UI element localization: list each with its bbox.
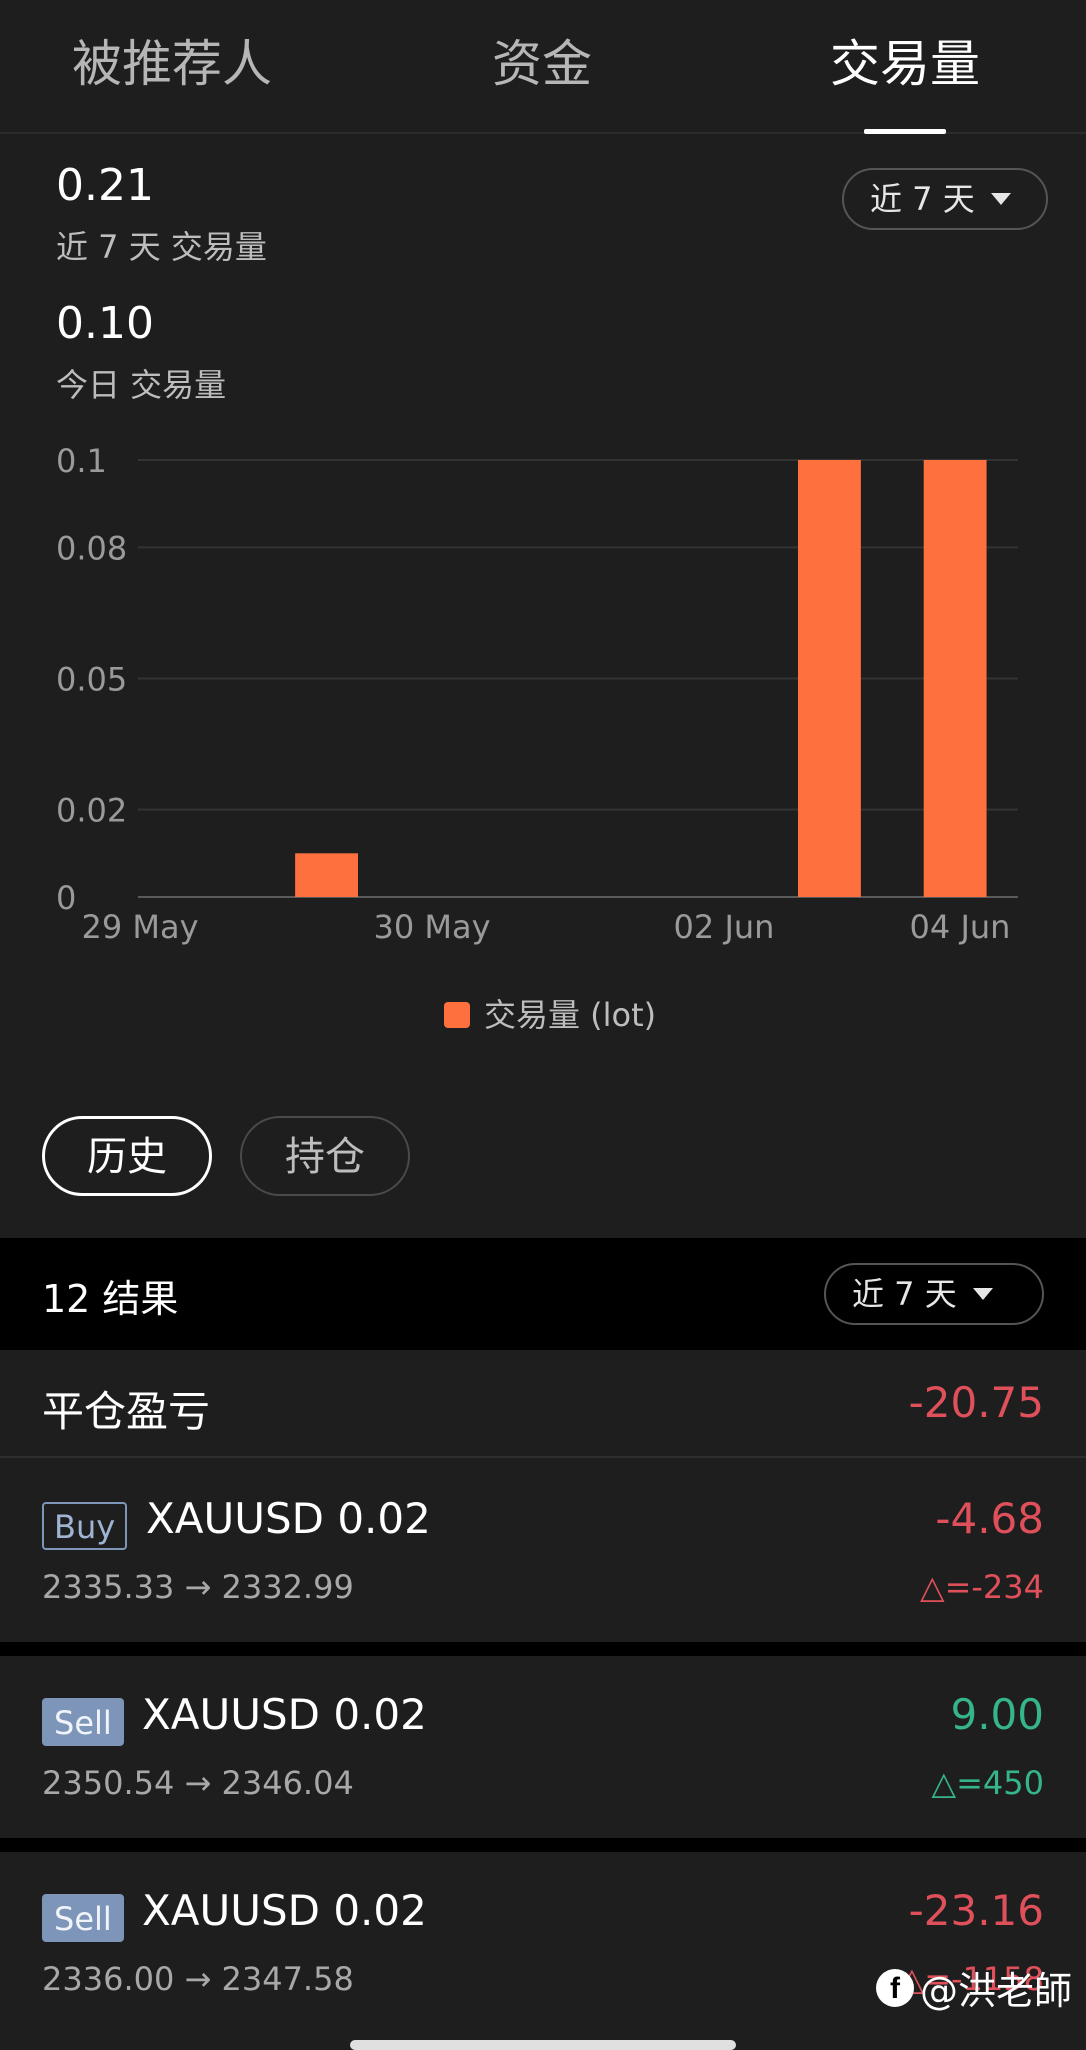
- tab-referrals[interactable]: 被推荐人: [62, 24, 282, 104]
- x-tick-label: 04 Jun: [910, 908, 1011, 946]
- watermark-text: @洪老師: [919, 1969, 1072, 2013]
- closed-pnl-row: 平仓盈亏 -20.75: [0, 1352, 1086, 1458]
- chart-bar-04-jun: [923, 460, 987, 897]
- chart-range-dropdown-label: 近 7 天: [870, 180, 975, 218]
- x-tick-label: 02 Jun: [674, 908, 775, 946]
- history-filter-button[interactable]: 历史: [42, 1116, 212, 1196]
- legend-label: 交易量 (lot): [484, 996, 656, 1034]
- trade-delta: △=450: [931, 1764, 1045, 1802]
- results-range-dropdown-label: 近 7 天: [852, 1275, 957, 1313]
- trade-prices: 2335.33 → 2332.99: [42, 1568, 354, 1606]
- today-volume-label: 今日 交易量: [56, 366, 227, 404]
- period-volume-label: 近 7 天 交易量: [56, 228, 267, 266]
- trade-symbol: XAUUSD 0.02: [146, 1494, 431, 1543]
- trade-symbol: XAUUSD 0.02: [142, 1690, 427, 1739]
- caret-down-icon: [972, 1288, 993, 1300]
- active-tab-indicator: [864, 129, 946, 134]
- y-tick-label: 0.02: [56, 792, 127, 830]
- watermark: f @洪老師: [875, 1960, 1072, 2015]
- side-badge-buy: Buy: [42, 1502, 128, 1550]
- chart-gridlines: [138, 459, 1018, 898]
- y-tick-label: 0: [56, 879, 76, 917]
- chart-bar-03-jun: [798, 460, 861, 897]
- tab-volume[interactable]: 交易量: [795, 24, 1015, 104]
- trade-pnl: -23.16: [908, 1886, 1044, 1935]
- legend-swatch: [444, 1002, 470, 1028]
- chart-y-ticks: 0 0.02 0.05 0.08 0.1: [56, 442, 127, 917]
- trade-prices: 2350.54 → 2346.04: [42, 1764, 354, 1802]
- closed-pnl-value: -20.75: [908, 1378, 1044, 1427]
- results-count: 12 结果: [42, 1277, 179, 1321]
- y-tick-label: 0.1: [56, 442, 107, 480]
- caret-down-icon: [990, 193, 1011, 205]
- home-indicator: [350, 2040, 736, 2050]
- today-volume-value: 0.10: [56, 298, 154, 349]
- trade-row[interactable]: Buy XAUUSD 0.02 2335.33 → 2332.99 -4.68 …: [0, 1460, 1086, 1640]
- chart-x-ticks: 29 May 30 May 02 Jun 04 Jun: [81, 908, 1010, 946]
- trade-symbol: XAUUSD 0.02: [142, 1886, 427, 1935]
- trade-delta: △=-234: [919, 1568, 1044, 1606]
- volume-bar-chart: 0 0.02 0.05 0.08 0.1 29 May 30 May 02 Jun 04 Ju…: [56, 442, 1018, 1034]
- side-badge-sell: Sell: [42, 1894, 124, 1942]
- chart-legend: 交易量 (lot): [444, 996, 656, 1034]
- side-badge-sell: Sell: [42, 1698, 124, 1746]
- chart-range-dropdown[interactable]: 近 7 天: [842, 168, 1048, 230]
- positions-filter-button[interactable]: 持仓: [240, 1116, 410, 1196]
- trade-prices: 2336.00 → 2347.58: [42, 1960, 354, 1998]
- trade-pnl: -4.68: [935, 1494, 1044, 1543]
- period-volume-value: 0.21: [56, 160, 154, 211]
- closed-pnl-label: 平仓盈亏: [42, 1387, 211, 1436]
- chart-bar-30-may: [295, 853, 358, 897]
- results-range-dropdown[interactable]: 近 7 天: [824, 1263, 1044, 1325]
- x-tick-label: 30 May: [373, 908, 490, 946]
- tab-funds[interactable]: 资金: [432, 24, 652, 104]
- trade-row[interactable]: Sell XAUUSD 0.02 2350.54 → 2346.04 9.00 …: [0, 1656, 1086, 1836]
- tab-bar: 被推荐人 资金 交易量: [0, 0, 1086, 134]
- y-tick-label: 0.08: [56, 529, 127, 567]
- x-tick-label: 29 May: [81, 908, 198, 946]
- results-header: 12 结果 近 7 天: [0, 1238, 1086, 1350]
- facebook-icon: f: [875, 1968, 914, 2007]
- y-tick-label: 0.05: [56, 661, 127, 699]
- trade-pnl: 9.00: [950, 1690, 1044, 1739]
